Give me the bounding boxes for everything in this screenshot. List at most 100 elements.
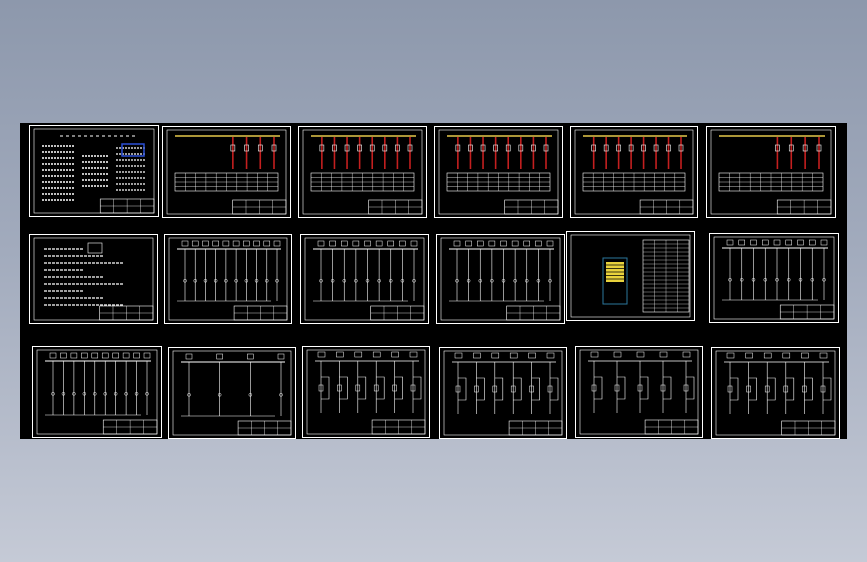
- sheet-drawing: [440, 237, 561, 321]
- sheet-drawing: [438, 129, 559, 215]
- cabinet-elevation: [602, 257, 628, 305]
- drawing-sheet-17[interactable]: [575, 346, 703, 438]
- feeder-label-box: [191, 240, 199, 247]
- feeder-label-box: [185, 353, 193, 360]
- feeder-label-box: [49, 352, 57, 359]
- title-block: [99, 305, 154, 321]
- drawing-sheet-6[interactable]: [706, 126, 836, 218]
- drawing-sheet-4[interactable]: [434, 126, 563, 218]
- drawing-sheet-1[interactable]: [29, 125, 159, 217]
- title-block: [508, 420, 563, 436]
- feeder-table: [174, 172, 279, 192]
- drawing-sheet-13[interactable]: [32, 346, 162, 438]
- sheet-inner-frame: [166, 129, 287, 215]
- title-block: [776, 199, 832, 215]
- sheet-drawing: [579, 349, 699, 435]
- sheet-inner-frame: [33, 237, 154, 321]
- index-text-block: [42, 135, 145, 201]
- feeder-label-box: [341, 240, 348, 247]
- feeder-label-box: [232, 240, 240, 247]
- feeder-label-box: [216, 353, 223, 360]
- sheet-drawing: [570, 234, 691, 318]
- feeder-table: [446, 172, 551, 192]
- title-block: [504, 199, 559, 215]
- feeder-label-box: [785, 239, 792, 246]
- sheet-drawing: [172, 350, 292, 436]
- drawing-sheet-10[interactable]: [436, 234, 565, 324]
- feeder-label-box: [317, 240, 325, 247]
- drawing-sheet-7[interactable]: [29, 234, 158, 324]
- sheet-inner-frame: [579, 349, 699, 435]
- sheet-inner-frame: [172, 350, 292, 436]
- feeder-label-box: [263, 240, 271, 247]
- drawing-sheet-18[interactable]: [711, 347, 840, 439]
- sheet-drawing: [306, 349, 426, 435]
- feeder-label-box: [511, 240, 519, 247]
- feeder-label-box: [202, 240, 209, 247]
- sheet-inner-frame: [710, 129, 832, 215]
- feeder-label-box: [375, 240, 383, 247]
- title-block: [99, 198, 155, 214]
- feeder-label-box: [410, 240, 418, 247]
- feeder-label-box: [465, 240, 472, 247]
- sheet-inner-frame: [36, 349, 158, 435]
- feeder-label-box: [247, 353, 254, 360]
- drawing-sheet-9[interactable]: [300, 234, 429, 324]
- feeder-table: [718, 172, 824, 192]
- feeder-label-box: [329, 240, 336, 247]
- drawing-sheet-8[interactable]: [164, 234, 292, 324]
- sheet-inner-frame: [440, 237, 561, 321]
- drawing-sheet-12[interactable]: [709, 233, 839, 323]
- sheet-drawing: [710, 129, 832, 215]
- drawing-sheet-5[interactable]: [570, 126, 698, 218]
- feeder-label-box: [762, 239, 769, 246]
- sheet-drawing: [715, 350, 836, 436]
- feeder-label-box: [273, 240, 281, 247]
- sheet-inner-frame: [713, 236, 835, 320]
- feeder-label-box: [133, 352, 140, 359]
- title-block: [370, 305, 425, 321]
- feeder-label-box: [253, 240, 260, 247]
- notes-block: [44, 242, 124, 306]
- feeder-label-box: [500, 240, 507, 247]
- title-block: [639, 199, 694, 215]
- feeder-table: [310, 172, 415, 192]
- feeder-label-box: [352, 240, 360, 247]
- sheet-drawing: [302, 129, 423, 215]
- feeder-label-box: [546, 240, 554, 247]
- sheet-inner-frame: [304, 237, 425, 321]
- sheet-drawing: [574, 129, 694, 215]
- equipment-table: [642, 239, 690, 313]
- title-block: [781, 420, 836, 436]
- feeder-label-box: [809, 239, 816, 246]
- feeder-label-box: [797, 239, 804, 246]
- drawing-sheet-11[interactable]: [566, 231, 695, 321]
- feeder-label-box: [750, 239, 757, 246]
- feeder-label-box: [477, 240, 484, 247]
- sheet-inner-frame: [302, 129, 423, 215]
- drawing-sheet-15[interactable]: [302, 346, 430, 438]
- title-block: [779, 304, 835, 320]
- feeder-label-box: [243, 240, 250, 247]
- feeder-label-box: [488, 240, 496, 247]
- drawing-canvas[interactable]: [20, 123, 847, 439]
- title-block: [506, 305, 561, 321]
- feeder-label-box: [399, 240, 406, 247]
- title-block: [368, 199, 423, 215]
- feeder-label-box: [60, 352, 67, 359]
- sheet-drawing: [166, 129, 287, 215]
- drawing-sheet-3[interactable]: [298, 126, 427, 218]
- drawing-sheet-2[interactable]: [162, 126, 291, 218]
- drawing-sheet-16[interactable]: [439, 347, 567, 439]
- title-block: [232, 199, 287, 215]
- feeder-label-box: [181, 240, 189, 247]
- title-block: [644, 419, 699, 435]
- feeder-label-box: [738, 239, 745, 246]
- sheet-inner-frame: [168, 237, 288, 321]
- title-block: [371, 419, 426, 435]
- feeder-label-box: [112, 352, 119, 359]
- feeder-label-box: [535, 240, 542, 247]
- feeder-label-box: [726, 239, 734, 246]
- drawing-sheet-14[interactable]: [168, 347, 296, 439]
- feeder-label-box: [81, 352, 88, 359]
